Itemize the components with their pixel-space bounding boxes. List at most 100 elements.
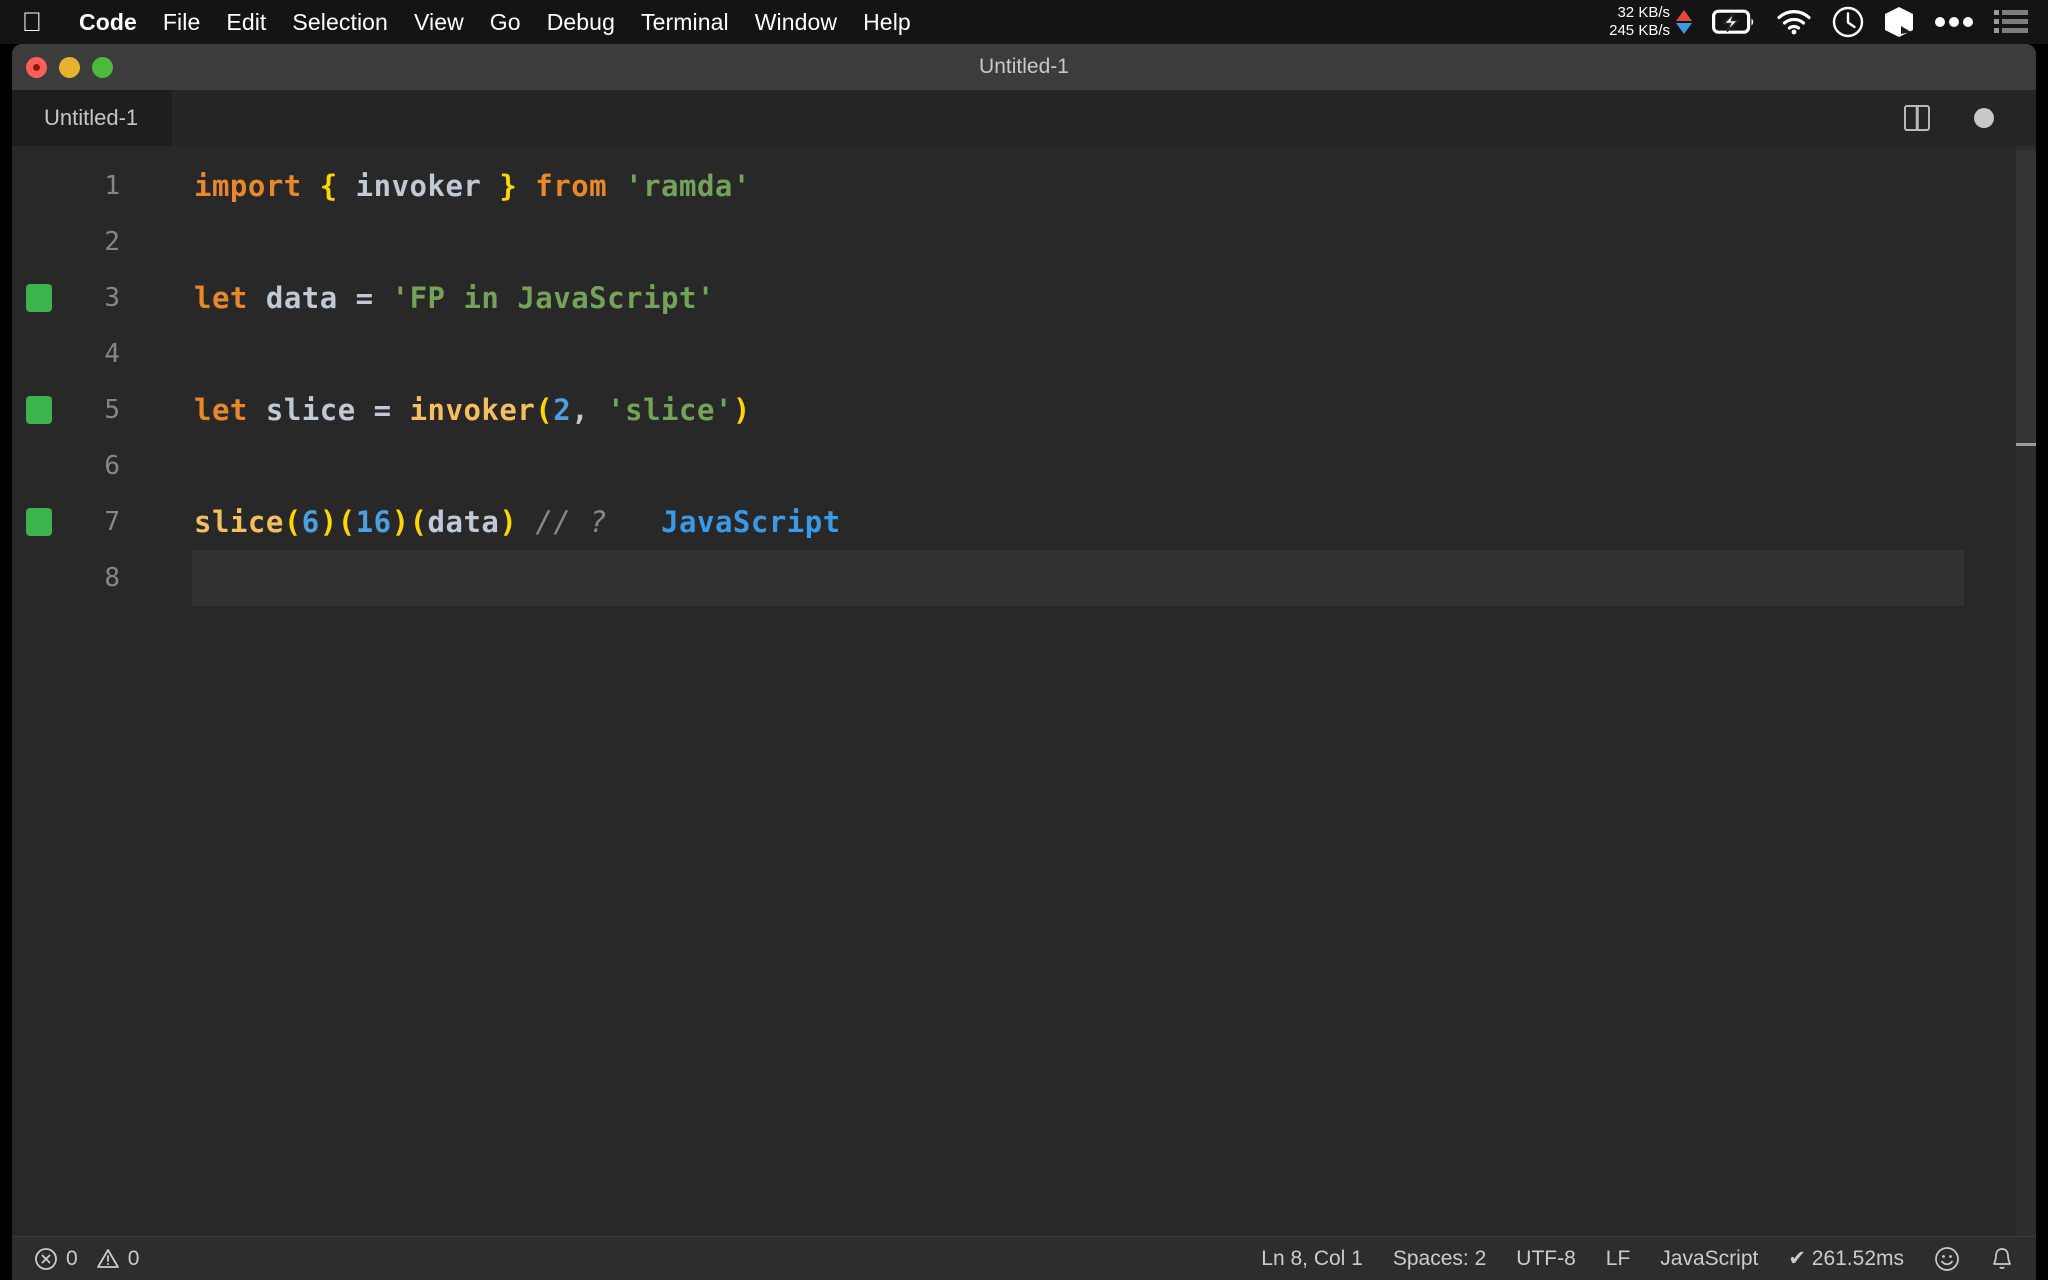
- clock-icon[interactable]: [1832, 6, 1864, 38]
- status-bar-left: 0 0: [34, 1247, 139, 1271]
- token-brace: (: [409, 505, 428, 539]
- menu-item-help[interactable]: Help: [850, 9, 924, 36]
- code-line-content: import { invoker } from 'ramda': [142, 169, 751, 203]
- network-upload-speed: 32 KB/s: [1617, 4, 1670, 21]
- git-added-marker[interactable]: [26, 508, 52, 536]
- token-punc: ,: [571, 393, 590, 427]
- token-punc: [248, 281, 266, 315]
- bell-icon[interactable]: [1990, 1246, 2014, 1272]
- network-speed-indicator[interactable]: 32 KB/s 245 KB/s: [1609, 4, 1692, 40]
- code-line-content: let slice = invoker(2, 'slice'): [142, 393, 751, 427]
- token-op: =: [355, 281, 374, 315]
- window-close-button[interactable]: [26, 56, 47, 78]
- wifi-icon[interactable]: [1776, 9, 1812, 35]
- cursor-position-status[interactable]: Ln 8, Col 1: [1261, 1247, 1363, 1271]
- token-num: 16: [355, 505, 392, 539]
- token-punc: [517, 505, 535, 539]
- token-num: 6: [301, 505, 320, 539]
- indentation-status[interactable]: Spaces: 2: [1393, 1247, 1486, 1271]
- split-editor-icon[interactable]: [1904, 105, 1930, 131]
- menu-item-go[interactable]: Go: [477, 9, 534, 36]
- token-punc: [607, 505, 661, 539]
- code-line-content: slice(6)(16)(data) // ? JavaScript: [142, 505, 841, 539]
- eol-status[interactable]: LF: [1606, 1247, 1631, 1271]
- token-brace: ): [499, 505, 518, 539]
- code-line-7[interactable]: 7 slice(6)(16)(data) // ? JavaScript: [12, 494, 2036, 550]
- tab-label: Untitled-1: [44, 105, 139, 130]
- line-number: 2: [104, 227, 120, 257]
- token-kw: from: [535, 169, 608, 203]
- menubar-items:  Code File Edit Selection View Go Debug…: [18, 0, 924, 44]
- warning-triangle-icon: [96, 1247, 120, 1271]
- menu-item-debug[interactable]: Debug: [534, 9, 628, 36]
- token-punc: [338, 281, 356, 315]
- menu-item-file[interactable]: File: [150, 9, 213, 36]
- menu-item-terminal[interactable]: Terminal: [628, 9, 742, 36]
- token-brace: }: [499, 169, 518, 203]
- menu-item-window[interactable]: Window: [742, 9, 850, 36]
- run-time-status[interactable]: ✔ 261.52ms: [1788, 1246, 1904, 1271]
- token-fn: invoker: [409, 393, 536, 427]
- menubar-status-icons: 32 KB/s 245 KB/s: [1609, 0, 2034, 44]
- code-editor[interactable]: 1 import { invoker } from 'ramda' 2 3 let da…: [12, 146, 2036, 1236]
- editor-scrollbar[interactable]: [2016, 146, 2036, 1236]
- download-arrow-icon: [1676, 23, 1692, 34]
- token-punc: [607, 169, 625, 203]
- vscode-window: Untitled-1 Untitled-1 1 import { invoker …: [12, 44, 2036, 1280]
- code-line-5[interactable]: 5 let slice = invoker(2, 'slice'): [12, 382, 2036, 438]
- code-line-4[interactable]: 4: [12, 326, 2036, 382]
- token-punc: [517, 169, 535, 203]
- window-maximize-button[interactable]: [92, 56, 113, 78]
- warning-count: 0: [127, 1246, 140, 1270]
- code-line-2[interactable]: 2: [12, 214, 2036, 270]
- token-brace: ): [391, 505, 410, 539]
- control-center-icon[interactable]: [1994, 9, 2028, 35]
- git-added-marker[interactable]: [26, 396, 52, 424]
- battery-charging-icon[interactable]: [1712, 9, 1756, 35]
- language-mode-status[interactable]: JavaScript: [1660, 1247, 1758, 1271]
- token-brace: (: [337, 505, 356, 539]
- token-brace: (: [535, 393, 554, 427]
- token-var: data: [427, 505, 500, 539]
- status-bar: 0 0 Ln 8, Col 1 Spaces: 2 UTF-8 LF JavaS…: [12, 1236, 2036, 1280]
- app-cube-icon[interactable]: [1884, 6, 1914, 38]
- token-var: data: [265, 281, 338, 315]
- window-controls: [12, 56, 113, 78]
- git-added-marker[interactable]: [26, 284, 52, 312]
- apple-logo-icon[interactable]: : [18, 6, 46, 38]
- problems-status[interactable]: 0 0: [34, 1247, 139, 1271]
- encoding-status[interactable]: UTF-8: [1516, 1247, 1576, 1271]
- code-line-1[interactable]: 1 import { invoker } from 'ramda': [12, 158, 2036, 214]
- unsaved-dot-icon[interactable]: [1974, 108, 1994, 128]
- token-punc: [356, 393, 374, 427]
- token-punc: [589, 393, 607, 427]
- tab-untitled-1[interactable]: Untitled-1: [12, 90, 172, 146]
- menu-item-code[interactable]: Code: [66, 9, 150, 36]
- token-str: 'FP in JavaScript': [391, 281, 715, 315]
- token-punc: [374, 281, 392, 315]
- upload-arrow-icon: [1676, 10, 1692, 21]
- token-comment: // ?: [535, 505, 608, 539]
- menu-item-view[interactable]: View: [401, 9, 477, 36]
- code-line-8[interactable]: 8: [12, 550, 2036, 606]
- token-punc: [338, 169, 356, 203]
- code-line-6[interactable]: 6: [12, 438, 2036, 494]
- window-title: Untitled-1: [979, 55, 1069, 78]
- editor-scrollbar-thumb[interactable]: [2016, 150, 2036, 446]
- line-number: 8: [104, 563, 120, 593]
- token-kw: let: [194, 281, 248, 315]
- menu-item-selection[interactable]: Selection: [279, 9, 401, 36]
- line-number: 1: [104, 171, 120, 201]
- code-lines: 1 import { invoker } from 'ramda' 2 3 let da…: [12, 146, 2036, 606]
- token-var: invoker: [355, 169, 482, 203]
- ellipsis-icon[interactable]: [1934, 16, 1974, 28]
- macos-menubar:  Code File Edit Selection View Go Debug…: [0, 0, 2048, 44]
- token-str: 'slice': [607, 393, 733, 427]
- menu-item-edit[interactable]: Edit: [213, 9, 279, 36]
- token-num: 2: [553, 393, 572, 427]
- code-line-3[interactable]: 3 let data = 'FP in JavaScript': [12, 270, 2036, 326]
- status-bar-right: Ln 8, Col 1 Spaces: 2 UTF-8 LF JavaScrip…: [1261, 1246, 2014, 1272]
- smiley-icon[interactable]: [1934, 1246, 1960, 1272]
- token-result: JavaScript: [661, 505, 841, 539]
- window-minimize-button[interactable]: [59, 56, 80, 78]
